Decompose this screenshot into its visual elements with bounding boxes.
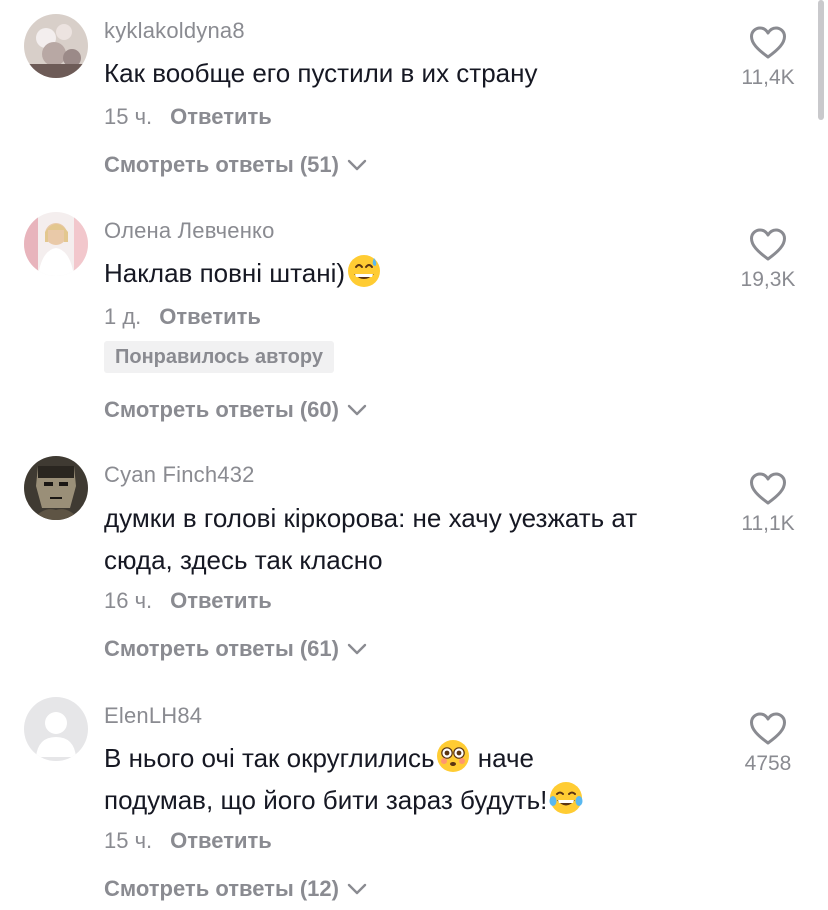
comment-text-line: думки в голові кіркорова: не хачу уезжат… bbox=[104, 503, 638, 533]
comment-username[interactable]: Cyan Finch432 bbox=[104, 462, 255, 488]
comment-text: Наклав повні штані) bbox=[104, 252, 734, 294]
reply-button[interactable]: Ответить bbox=[170, 828, 272, 853]
flushed-face-emoji-icon bbox=[437, 740, 470, 772]
like-count: 4758 bbox=[744, 752, 792, 775]
avatar[interactable] bbox=[24, 456, 88, 520]
avatar-image bbox=[24, 212, 88, 276]
avatar[interactable] bbox=[24, 697, 88, 761]
chevron-down-icon bbox=[347, 404, 367, 416]
grinning-sweat-emoji-icon bbox=[348, 255, 381, 287]
chevron-down-icon bbox=[347, 159, 367, 171]
liked-by-author-badge: Понравилось автору bbox=[104, 341, 334, 373]
avatar[interactable] bbox=[24, 212, 88, 276]
comment-text-content: подумав, що його бити зараз будуть! bbox=[104, 785, 548, 815]
heart-icon bbox=[750, 228, 786, 261]
view-replies-label: Смотреть ответы (61) bbox=[104, 636, 339, 661]
avatar[interactable] bbox=[24, 14, 88, 78]
comment-text-line: сюда, здесь так класно bbox=[104, 545, 383, 575]
comment-meta: 15 ч. Ответить bbox=[104, 104, 272, 130]
view-replies-label: Смотреть ответы (12) bbox=[104, 876, 339, 901]
reply-button[interactable]: Ответить bbox=[170, 104, 272, 129]
comment-username[interactable]: kyklakoldyna8 bbox=[104, 18, 245, 44]
view-replies-button[interactable]: Смотреть ответы (60) bbox=[104, 397, 367, 423]
avatar-image bbox=[24, 14, 88, 78]
comment-time: 15 ч. bbox=[104, 828, 153, 853]
scrollbar[interactable] bbox=[818, 0, 824, 120]
chevron-down-icon bbox=[347, 643, 367, 655]
comment-text-content: В нього очі так округлились bbox=[104, 743, 435, 773]
comment-text: В нього очі так округлились наче подумав… bbox=[104, 737, 734, 821]
view-replies-label: Смотреть ответы (51) bbox=[104, 152, 339, 177]
like-button[interactable]: 19,3K bbox=[728, 228, 808, 292]
comment-meta: 16 ч. Ответить bbox=[104, 588, 272, 614]
like-button[interactable]: 11,1K bbox=[728, 472, 808, 536]
default-avatar-icon bbox=[24, 697, 88, 761]
comment-text-content: наче bbox=[470, 743, 534, 773]
like-button[interactable]: 4758 bbox=[728, 712, 808, 776]
comment-text: думки в голові кіркорова: не хачу уезжат… bbox=[104, 497, 734, 581]
view-replies-button[interactable]: Смотреть ответы (12) bbox=[104, 876, 367, 902]
comment-text-line: подумав, що його бити зараз будуть! bbox=[104, 779, 734, 821]
comment-meta: 15 ч. Ответить bbox=[104, 828, 272, 854]
chevron-down-icon bbox=[347, 883, 367, 895]
reply-button[interactable]: Ответить bbox=[159, 304, 261, 329]
comment-time: 1 д. bbox=[104, 304, 142, 329]
avatar-image bbox=[24, 456, 88, 520]
tears-of-joy-emoji-icon bbox=[549, 782, 583, 814]
comment-meta: 1 д. Ответить bbox=[104, 304, 261, 330]
reply-button[interactable]: Ответить bbox=[170, 588, 272, 613]
comment-username[interactable]: Олена Левченко bbox=[104, 218, 275, 244]
like-button[interactable]: 11,4K bbox=[728, 26, 808, 90]
heart-icon bbox=[750, 26, 786, 59]
comment-username[interactable]: ElenLH84 bbox=[104, 703, 202, 729]
like-count: 11,4K bbox=[741, 66, 795, 89]
comment-time: 15 ч. bbox=[104, 104, 153, 129]
heart-icon bbox=[750, 712, 786, 745]
heart-icon bbox=[750, 472, 786, 505]
comment-text: Как вообще его пустили в их страну bbox=[104, 58, 538, 88]
view-replies-button[interactable]: Смотреть ответы (61) bbox=[104, 636, 367, 662]
comment-time: 16 ч. bbox=[104, 588, 153, 613]
view-replies-label: Смотреть ответы (60) bbox=[104, 397, 339, 422]
comment-text-line: В нього очі так округлились наче bbox=[104, 737, 734, 779]
like-count: 19,3K bbox=[740, 268, 796, 291]
like-count: 11,1K bbox=[741, 512, 795, 535]
view-replies-button[interactable]: Смотреть ответы (51) bbox=[104, 152, 367, 178]
comment-text-content: Наклав повні штані) bbox=[104, 258, 346, 288]
